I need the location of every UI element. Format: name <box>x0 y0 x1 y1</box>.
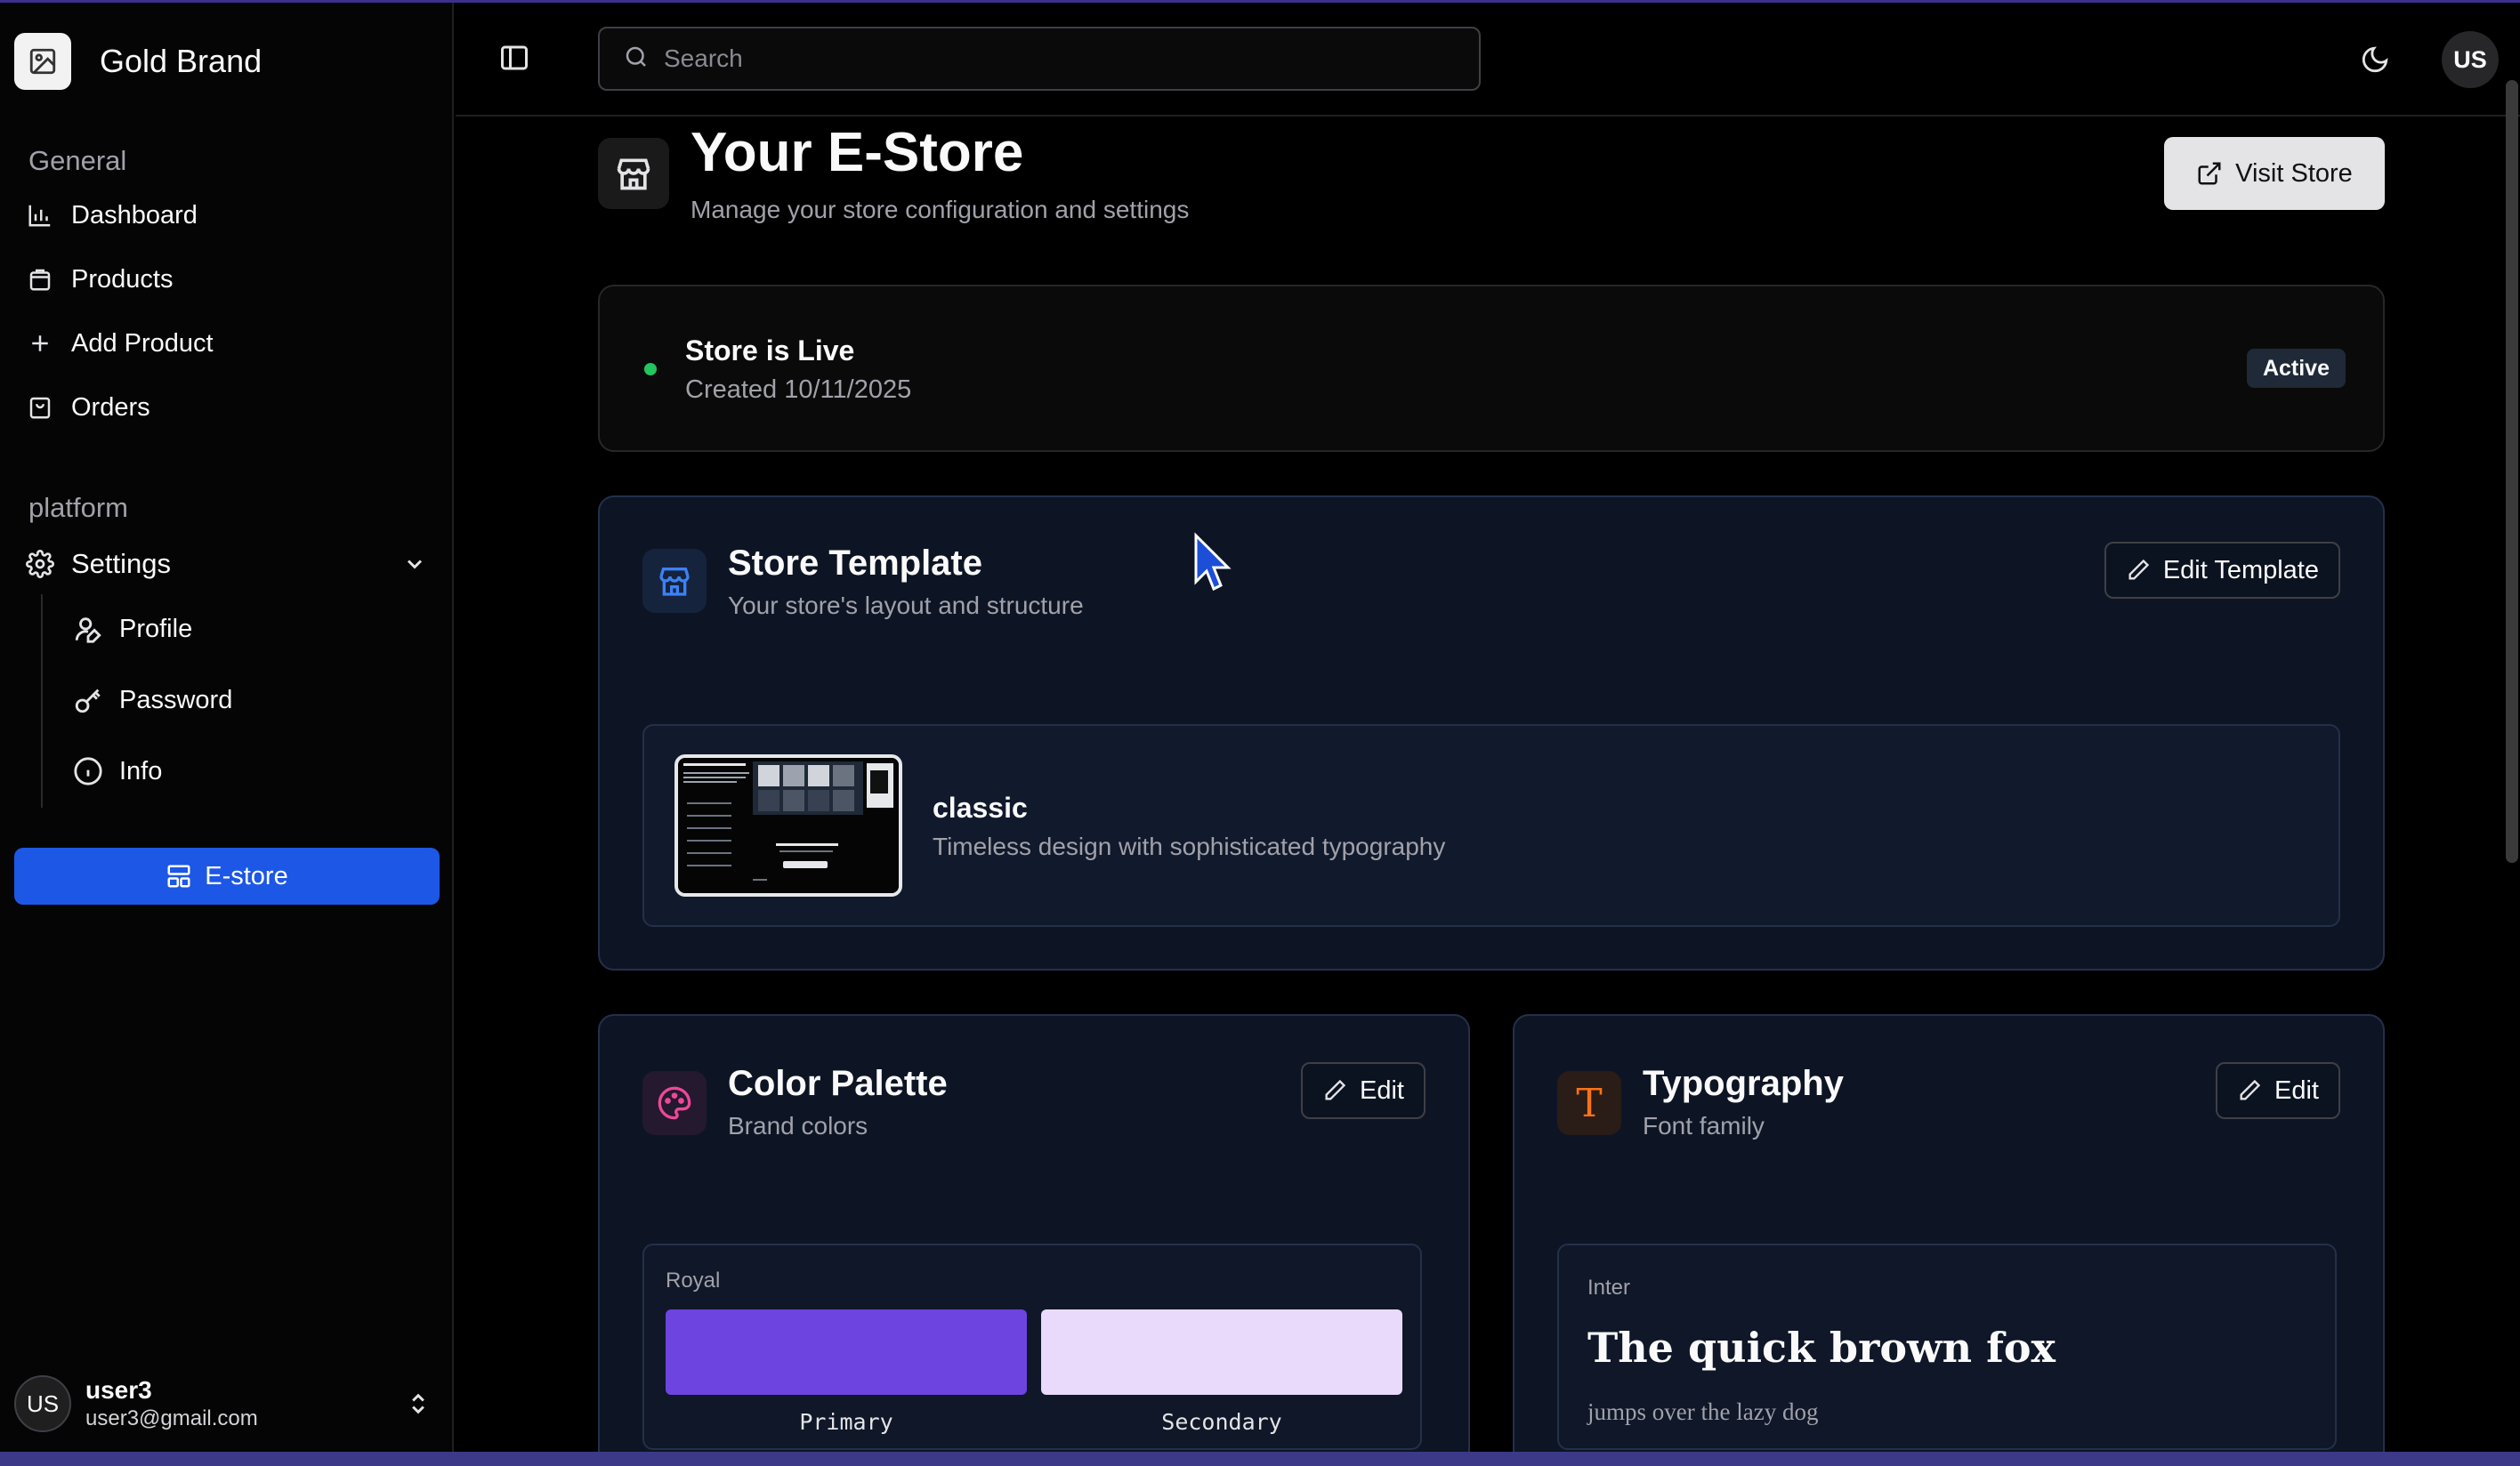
sidebar-item-label: Dashboard <box>71 200 198 230</box>
external-link-icon <box>2196 160 2223 187</box>
info-icon <box>73 756 103 786</box>
sidebar-item-label: Orders <box>71 392 150 422</box>
mouse-cursor-icon <box>1192 532 1235 600</box>
palette-icon <box>642 1071 707 1135</box>
live-status-dot <box>644 363 657 375</box>
edit-label: Edit <box>1360 1075 1404 1105</box>
store-template-card: Store Template Your store's layout and s… <box>598 495 2385 971</box>
primary-swatch-label: Primary <box>799 1409 893 1435</box>
edit-palette-button[interactable]: Edit <box>1301 1062 1426 1119</box>
status-badge: Active <box>2246 349 2346 388</box>
pencil-icon <box>1322 1078 1347 1103</box>
estore-button[interactable]: E-store <box>14 848 440 905</box>
color-palette-card: Color Palette Brand colors Edit Royal Pr… <box>598 1014 1470 1466</box>
brand[interactable]: Gold Brand <box>14 33 262 90</box>
window-bottom-border <box>0 1452 2520 1466</box>
edit-template-label: Edit Template <box>2162 555 2319 584</box>
sidebar-item-settings[interactable]: Settings <box>25 539 427 589</box>
template-thumbnail <box>674 754 902 897</box>
pencil-icon <box>2126 558 2151 583</box>
primary-swatch <box>666 1309 1027 1395</box>
platform-section-label: platform <box>28 492 128 523</box>
edit-typography-button[interactable]: Edit <box>2216 1062 2340 1119</box>
chevron-down-icon[interactable] <box>402 552 427 584</box>
topbar: US <box>456 3 2520 117</box>
palette-name: Royal <box>666 1269 721 1293</box>
bar-chart-icon <box>25 200 55 230</box>
sidebar-item-dashboard[interactable]: Dashboard <box>25 190 198 240</box>
sidebar-toggle-icon[interactable] <box>498 42 530 78</box>
font-sample-body: jumps over the lazy dog <box>1587 1398 1819 1425</box>
avatar[interactable]: US <box>2442 31 2499 88</box>
sidebar-item-password[interactable]: Password <box>73 675 232 725</box>
pencil-icon <box>2237 1078 2262 1103</box>
sidebar-item-label: Products <box>71 264 174 294</box>
created-date: Created 10/11/2025 <box>685 375 912 404</box>
sidebar-item-info[interactable]: Info <box>73 746 162 796</box>
layout-icon <box>166 863 192 890</box>
sidebar-item-label: Info <box>119 756 163 785</box>
selected-template[interactable]: classic Timeless design with sophisticat… <box>642 724 2340 927</box>
visit-store-label: Visit Store <box>2235 158 2353 188</box>
theme-toggle-moon-icon[interactable] <box>2360 44 2390 79</box>
font-name: Inter <box>1587 1276 1631 1300</box>
sidebar-item-label: Settings <box>71 548 172 579</box>
sidebar-item-products[interactable]: Products <box>25 254 173 304</box>
estore-button-label: E-store <box>205 861 288 890</box>
key-icon <box>73 685 103 715</box>
typography-card: T Typography Font family Edit Inter The … <box>1513 1014 2385 1466</box>
secondary-swatch <box>1041 1309 1402 1395</box>
type-letter-icon: T <box>1557 1071 1621 1135</box>
typography-preview[interactable]: Inter The quick brown fox jumps over the… <box>1557 1244 2337 1450</box>
sidebar-item-add-product[interactable]: Add Product <box>25 318 214 368</box>
card-subtitle: Your store's layout and structure <box>728 592 1084 619</box>
plus-icon <box>25 328 55 358</box>
page-subtitle: Manage your store configuration and sett… <box>691 196 1190 223</box>
sidebar-item-profile[interactable]: Profile <box>73 604 192 654</box>
general-section-label: General <box>28 145 127 176</box>
avatar: US <box>14 1375 71 1432</box>
user-pen-icon <box>73 614 103 644</box>
search-icon <box>623 44 650 75</box>
secondary-swatch-label: Secondary <box>1161 1409 1282 1435</box>
user-name: user3 <box>85 1376 152 1404</box>
card-title: Store Template <box>728 544 982 583</box>
edit-label: Edit <box>2274 1075 2319 1105</box>
brand-logo-icon <box>14 33 71 90</box>
template-description: Timeless design with sophisticated typog… <box>933 833 1446 860</box>
store-icon <box>642 549 707 613</box>
visit-store-button[interactable]: Visit Store <box>2164 137 2385 210</box>
scrollbar[interactable] <box>2506 80 2518 863</box>
brand-name: Gold Brand <box>100 43 262 79</box>
edit-template-button[interactable]: Edit Template <box>2104 542 2340 599</box>
sidebar-item-label: Password <box>119 685 233 714</box>
chevrons-up-down-icon <box>406 1389 431 1423</box>
status-title: Store is Live <box>685 334 855 366</box>
search-input[interactable] <box>664 44 1447 73</box>
shopping-bag-icon <box>25 264 55 294</box>
page-title: Your E-Store <box>691 122 1024 183</box>
card-title: Color Palette <box>728 1064 948 1103</box>
gear-icon <box>25 549 55 579</box>
template-name: classic <box>933 792 1028 824</box>
store-status-card: Store is Live Created 10/11/2025 Active <box>598 285 2385 452</box>
user-email: user3@gmail.com <box>85 1406 258 1430</box>
submenu-guide-line <box>41 594 43 808</box>
sidebar-item-label: Add Product <box>71 328 214 358</box>
sidebar: Gold Brand General Dashboard Products Ad… <box>0 3 454 1452</box>
card-subtitle: Font family <box>1643 1112 1765 1140</box>
sidebar-item-orders[interactable]: Orders <box>25 383 150 432</box>
card-title: Typography <box>1643 1064 1844 1103</box>
card-subtitle: Brand colors <box>728 1112 868 1140</box>
sidebar-item-label: Profile <box>119 614 193 643</box>
palette-preview[interactable]: Royal Primary Secondary <box>642 1244 1422 1450</box>
user-menu[interactable]: US user3 user3@gmail.com <box>14 1373 440 1435</box>
search-box[interactable] <box>598 27 1481 91</box>
shopping-bag-icon <box>25 392 55 423</box>
font-sample-heading: The quick brown fox <box>1587 1324 2056 1372</box>
store-icon <box>598 138 669 209</box>
